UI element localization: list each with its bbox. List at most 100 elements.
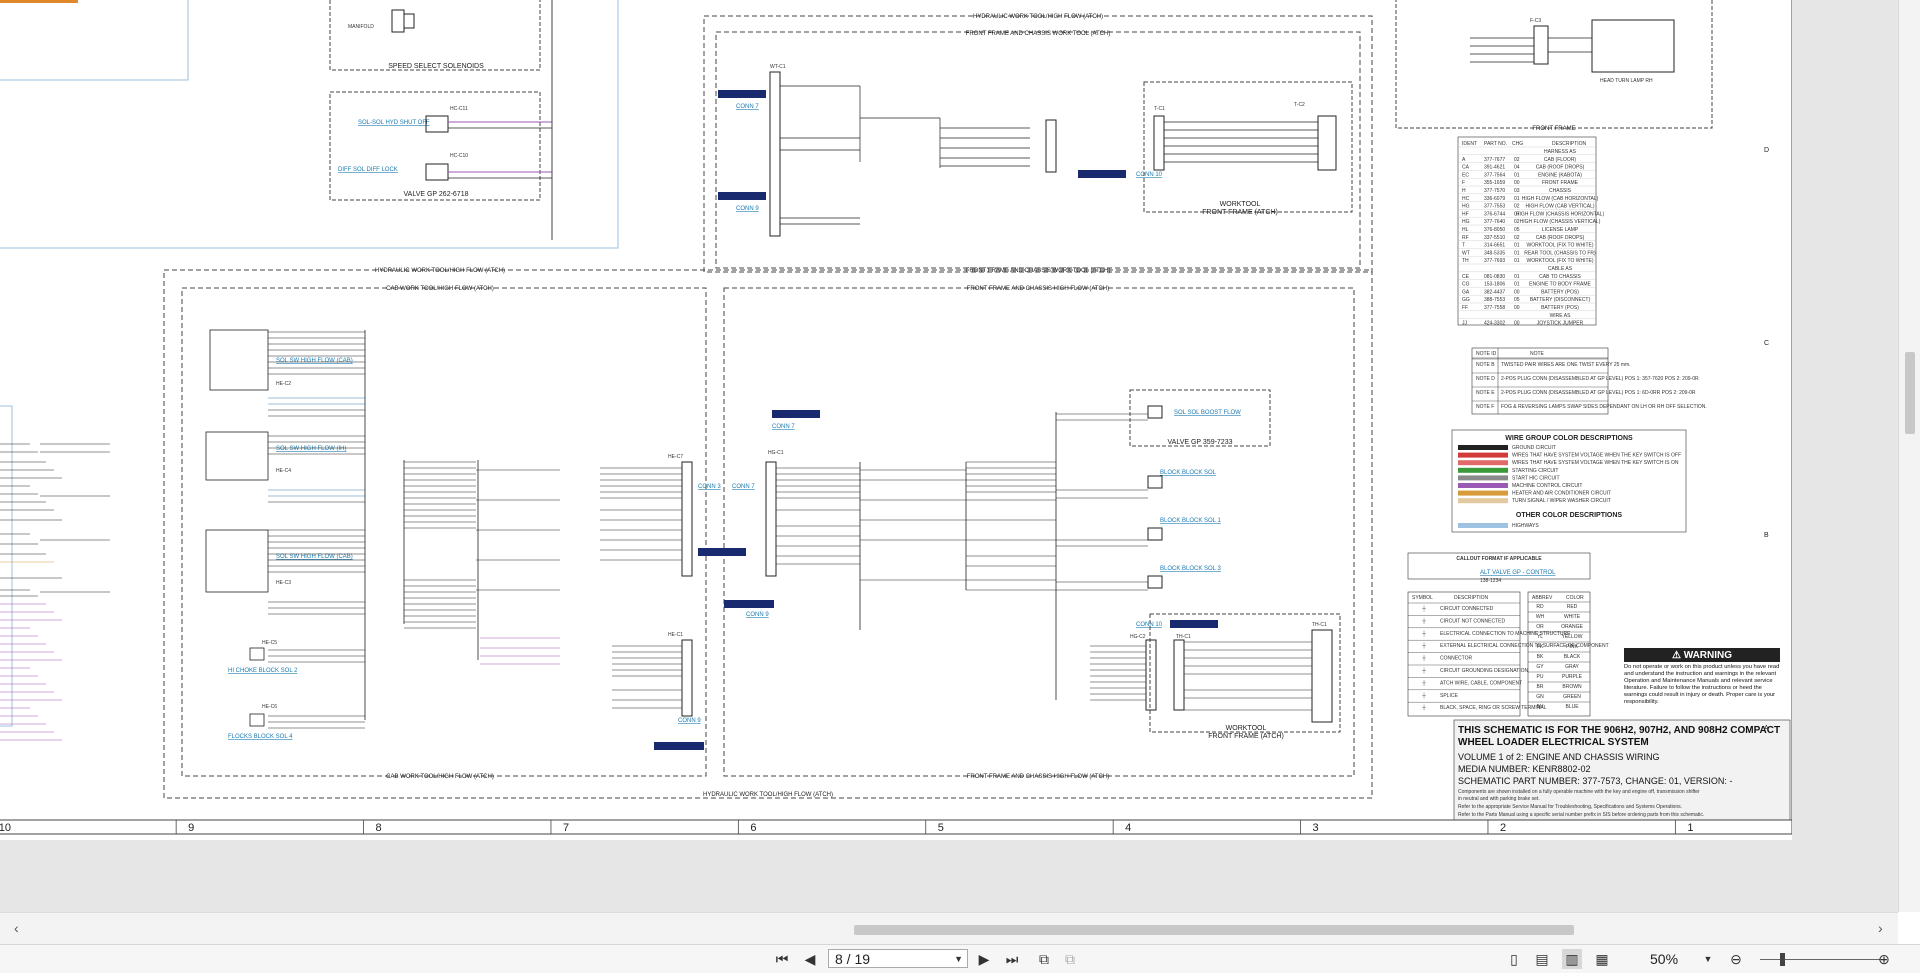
svg-text:CONN 7[interactable]: CONN 7 bbox=[772, 424, 795, 430]
go-forward-icon[interactable]: ⧉ bbox=[1060, 949, 1080, 969]
abbrev-code: GN bbox=[1536, 694, 1544, 700]
svg-text:MEDIA NUMBER: KENR8802-02: MEDIA NUMBER: KENR8802-02 bbox=[1458, 764, 1591, 774]
harness-cell: WT bbox=[1462, 250, 1470, 256]
svg-text:HE-C3: HE-C3 bbox=[276, 580, 291, 586]
zoom-in-icon[interactable]: ⊕ bbox=[1874, 949, 1894, 969]
harness-cell: RF bbox=[1462, 235, 1469, 241]
vertical-scrollbar[interactable] bbox=[1898, 0, 1920, 912]
svg-text:SOL SW HIGH FLOW (CAB)[interactable]: SOL SW HIGH FLOW (CAB) bbox=[276, 358, 353, 364]
svg-text:OTHER COLOR DESCRIPTIONS: OTHER COLOR DESCRIPTIONS bbox=[1516, 512, 1623, 519]
go-back-icon[interactable]: ⧉ bbox=[1034, 949, 1054, 969]
harness-cell: 377-7564 bbox=[1484, 172, 1505, 178]
harness-cell: 314-6651 bbox=[1484, 243, 1505, 249]
harness-cell: HIGH FLOW (CAB HORIZONTAL) bbox=[1522, 196, 1599, 202]
scroll-left-icon[interactable]: ‹ bbox=[14, 920, 19, 936]
svg-text:T-C1: T-C1 bbox=[1154, 106, 1165, 112]
page-number-field[interactable]: 8 / 19 ▼ bbox=[828, 949, 968, 968]
svg-text:CONN 10[interactable]: CONN 10 bbox=[1136, 622, 1163, 628]
symbol-desc: SPLICE bbox=[1440, 693, 1458, 699]
harness-cell: BATTERY (POS) bbox=[1541, 289, 1579, 295]
wire-color-swatch bbox=[1458, 460, 1508, 466]
harness-cell: 391-4621 bbox=[1484, 165, 1505, 171]
abbrev-color: YELLOW bbox=[1562, 634, 1583, 640]
warning-text: Do not operate or work on this product u… bbox=[1624, 664, 1780, 705]
wire-color-swatch bbox=[1458, 452, 1508, 458]
conn10-link-a[interactable]: CONN 10 bbox=[1136, 172, 1163, 178]
svg-text:CONN 7[interactable]: CONN 7 bbox=[732, 484, 755, 490]
note-text: TWISTED PAIR WIRES ARE ONE TWIST EVERY 2… bbox=[1501, 362, 1631, 368]
next-page-icon[interactable]: ▶ bbox=[974, 949, 994, 969]
svg-text:FRONT FRAME (ATCH): FRONT FRAME (ATCH) bbox=[1208, 733, 1284, 740]
svg-text:WORKTOOL: WORKTOOL bbox=[1220, 201, 1261, 208]
svg-text:SOL SW HIGH FLOW (CAB)[interactable]: SOL SW HIGH FLOW (CAB) bbox=[276, 554, 353, 560]
symbol-glyph: ┼ bbox=[1421, 655, 1426, 662]
harness-cell: GA bbox=[1462, 289, 1470, 295]
grid-column-label: 4 bbox=[1125, 822, 1131, 834]
zoom-out-icon[interactable]: ⊖ bbox=[1726, 949, 1746, 969]
abbrev-color: BLUE bbox=[1565, 704, 1579, 710]
zoom-slider[interactable] bbox=[1760, 959, 1884, 960]
abbrev-color: GREEN bbox=[1563, 694, 1581, 700]
harness-cell: 424-3302 bbox=[1484, 321, 1505, 327]
svg-text:CONN 9[interactable]: CONN 9 bbox=[746, 612, 769, 618]
harness-cell: CAB (ROOF DROPS) bbox=[1536, 165, 1585, 171]
first-page-icon[interactable]: ⏮ bbox=[772, 949, 792, 969]
abbrev-code: BU bbox=[1537, 704, 1544, 710]
vertical-scroll-thumb[interactable] bbox=[1905, 352, 1915, 434]
abbrev-code: GY bbox=[1536, 664, 1544, 670]
horizontal-scrollbar[interactable]: ‹ › bbox=[0, 912, 1898, 945]
abbrev-code: RD bbox=[1536, 604, 1544, 610]
svg-text:CONN 9[interactable]: CONN 9 bbox=[678, 718, 701, 724]
continuous-view-icon[interactable]: ▤ bbox=[1532, 949, 1552, 969]
single-page-view-icon[interactable]: ▯ bbox=[1504, 949, 1524, 969]
svg-text:BLOCK BLOCK SOL 1[interactable]: BLOCK BLOCK SOL 1 bbox=[1160, 518, 1221, 524]
abbrev-color: BLACK bbox=[1564, 654, 1581, 660]
harness-cell: JOYSTICK JUMPER bbox=[1537, 321, 1584, 327]
svg-text:SCHEMATIC PART NUMBER: 377-757: SCHEMATIC PART NUMBER: 377-7573, CHANGE:… bbox=[1458, 776, 1732, 786]
previous-page-icon[interactable]: ◀ bbox=[800, 949, 820, 969]
horizontal-scroll-thumb[interactable] bbox=[854, 925, 1574, 935]
two-page-view-icon[interactable]: ▥ bbox=[1562, 949, 1582, 969]
harness-cell: HIGH FLOW (CAB VERTICAL) bbox=[1525, 204, 1594, 210]
svg-text:BLOCK BLOCK SOL[interactable]: BLOCK BLOCK SOL bbox=[1160, 470, 1217, 476]
svg-text:SOL SOL BOOST FLOW[interactable]: SOL SOL BOOST FLOW bbox=[1174, 410, 1241, 416]
svg-text:HYDRAULIC WORK TOOL/HIGH FLOW: HYDRAULIC WORK TOOL/HIGH FLOW (ATCH) bbox=[375, 268, 505, 274]
harness-cell: 05 bbox=[1514, 227, 1520, 233]
svg-text:WORKTOOL: WORKTOOL bbox=[1226, 725, 1267, 732]
harness-cell: HG bbox=[1462, 204, 1470, 210]
svg-text:FRONT FRAME AND CHASSIS WORK T: FRONT FRAME AND CHASSIS WORK TOOL (ATCH) bbox=[966, 268, 1111, 274]
harness-cell: ENGINE TO BODY FRAME bbox=[1529, 282, 1591, 288]
page-dropdown-icon[interactable]: ▼ bbox=[954, 950, 963, 969]
zoom-dropdown-icon[interactable]: ▼ bbox=[1698, 949, 1718, 969]
conn9-link-a[interactable]: CONN 9 bbox=[736, 206, 759, 212]
harness-cell: BATTERY (DISCONNECT) bbox=[1530, 297, 1591, 303]
grid-column-label: 3 bbox=[1313, 822, 1319, 834]
zoom-level[interactable]: 50% bbox=[1650, 951, 1678, 967]
scroll-right-icon[interactable]: › bbox=[1878, 920, 1883, 936]
svg-text:CONN 3[interactable]: CONN 3 bbox=[698, 484, 721, 490]
harness-cell: 377-7558 bbox=[1484, 305, 1505, 311]
svg-text:SOL SW HIGH FLOW (IH)[interactable]: SOL SW HIGH FLOW (IH) bbox=[276, 446, 346, 452]
note-text: 2-POS PLUG CONN (DISASSEMBLED AT GP LEVE… bbox=[1501, 390, 1696, 396]
last-page-icon[interactable]: ⏭ bbox=[1002, 949, 1022, 969]
svg-text:BLOCK BLOCK SOL 3[interactable]: BLOCK BLOCK SOL 3 bbox=[1160, 566, 1221, 572]
svg-text:HE-C7: HE-C7 bbox=[668, 454, 683, 460]
svg-text:T-C2: T-C2 bbox=[1294, 102, 1305, 108]
harness-cell: HL bbox=[1462, 227, 1469, 233]
symbol-desc: BLACK, SPACE, RING OR SCREW TERMINAL bbox=[1440, 705, 1547, 711]
svg-text:HI CHOKE BLOCK SOL 2[interactable]: HI CHOKE BLOCK SOL 2 bbox=[228, 668, 298, 674]
zoom-slider-thumb[interactable] bbox=[1780, 953, 1785, 966]
svg-text:FLOCKS BLOCK SOL 4[interactable]: FLOCKS BLOCK SOL 4 bbox=[228, 734, 293, 740]
wire-color-label: HEATER AND AIR CONDITIONER CIRCUIT bbox=[1512, 491, 1611, 497]
document-viewport[interactable]: MANIFOLD SPEED SELECT SOLENOIDS HC-C11 H… bbox=[0, 0, 1898, 912]
harness-cell: 382-4437 bbox=[1484, 289, 1505, 295]
symbol-glyph: ┼ bbox=[1421, 704, 1426, 711]
harness-cell: 02 bbox=[1514, 235, 1520, 241]
harness-cell: FF bbox=[1462, 305, 1468, 311]
conn7-link-a[interactable]: CONN 7 bbox=[736, 104, 759, 110]
diff-lock-link[interactable]: DIFF SOL DIFF LOCK bbox=[338, 167, 398, 173]
svg-text:CALLOUT FORMAT IF APPLICABLE: CALLOUT FORMAT IF APPLICABLE bbox=[1456, 556, 1542, 562]
two-page-continuous-icon[interactable]: ▦ bbox=[1592, 949, 1612, 969]
hyd-shut-off-link[interactable]: SOL-SOL HYD SHUT OFF bbox=[358, 120, 430, 126]
svg-text:HE-C2: HE-C2 bbox=[276, 381, 291, 387]
